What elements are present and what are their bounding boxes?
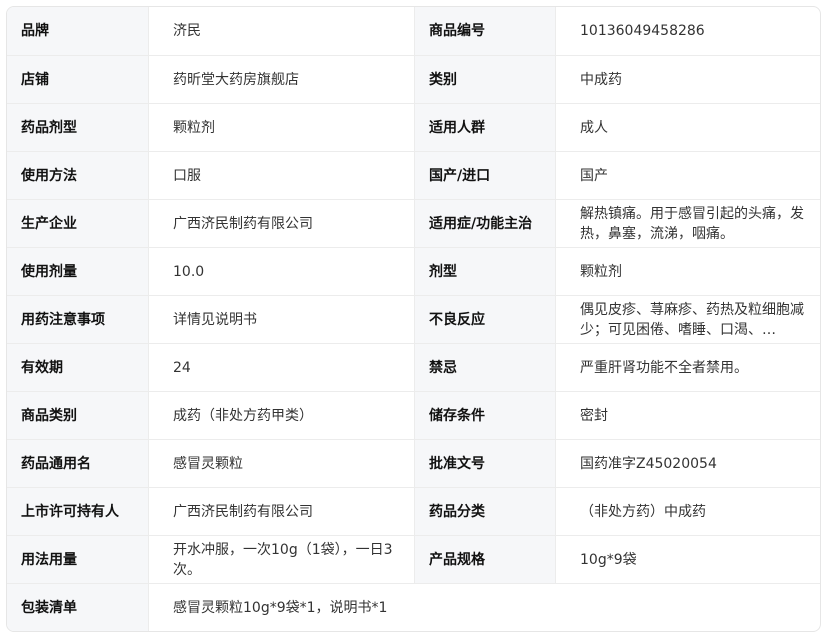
spec-key: 药品分类 bbox=[414, 488, 555, 535]
spec-row: 商品类别 成药（非处方药甲类） 储存条件 密封 bbox=[7, 391, 820, 439]
spec-value: （非处方药）中成药 bbox=[555, 488, 820, 535]
spec-row: 药品剂型 颗粒剂 适用人群 成人 bbox=[7, 103, 820, 151]
spec-key: 国产/进口 bbox=[414, 152, 555, 199]
spec-key: 适用人群 bbox=[414, 104, 555, 151]
spec-value-multiline: 偶见皮疹、荨麻疹、药热及粒细胞减少；可见困倦、嗜睡、口渴、… bbox=[555, 296, 820, 343]
spec-key: 类别 bbox=[414, 56, 555, 103]
spec-value: 成药（非处方药甲类） bbox=[148, 392, 414, 439]
spec-value: 口服 bbox=[148, 152, 414, 199]
spec-value: 国产 bbox=[555, 152, 820, 199]
spec-row: 店铺 药昕堂大药房旗舰店 类别 中成药 bbox=[7, 55, 820, 103]
spec-key: 品牌 bbox=[7, 7, 148, 55]
spec-value: 24 bbox=[148, 344, 414, 391]
spec-row: 药品通用名 感冒灵颗粒 批准文号 国药准字Z45020054 bbox=[7, 439, 820, 487]
spec-row: 用法用量 开水冲服，一次10g（1袋），一日3次。 产品规格 10g*9袋 bbox=[7, 535, 820, 583]
spec-value: 感冒灵颗粒 bbox=[148, 440, 414, 487]
spec-key: 剂型 bbox=[414, 248, 555, 295]
spec-key: 有效期 bbox=[7, 344, 148, 391]
spec-key: 商品类别 bbox=[7, 392, 148, 439]
spec-value: 国药准字Z45020054 bbox=[555, 440, 820, 487]
spec-key: 储存条件 bbox=[414, 392, 555, 439]
spec-row: 使用方法 口服 国产/进口 国产 bbox=[7, 151, 820, 199]
spec-value: 成人 bbox=[555, 104, 820, 151]
spec-value: 颗粒剂 bbox=[555, 248, 820, 295]
spec-value: 药昕堂大药房旗舰店 bbox=[148, 56, 414, 103]
spec-value: 严重肝肾功能不全者禁用。 bbox=[555, 344, 820, 391]
spec-key: 使用剂量 bbox=[7, 248, 148, 295]
spec-value: 10.0 bbox=[148, 248, 414, 295]
spec-key: 产品规格 bbox=[414, 536, 555, 583]
spec-value: 济民 bbox=[148, 7, 414, 55]
spec-key: 用法用量 bbox=[7, 536, 148, 583]
spec-value: 广西济民制药有限公司 bbox=[148, 488, 414, 535]
product-spec-table: 品牌 济民 商品编号 10136049458286 店铺 药昕堂大药房旗舰店 类… bbox=[6, 6, 821, 632]
spec-key: 生产企业 bbox=[7, 200, 148, 247]
package-list-value: 感冒灵颗粒10g*9袋*1，说明书*1 bbox=[148, 584, 820, 631]
spec-key: 批准文号 bbox=[414, 440, 555, 487]
spec-key: 使用方法 bbox=[7, 152, 148, 199]
adverse-reactions-text: 偶见皮疹、荨麻疹、药热及粒细胞减少；可见困倦、嗜睡、口渴、… bbox=[580, 301, 804, 338]
spec-key: 适用症/功能主治 bbox=[414, 200, 555, 247]
spec-key: 不良反应 bbox=[414, 296, 555, 343]
spec-value: 密封 bbox=[555, 392, 820, 439]
indications-text: 解热镇痛。用于感冒引起的头痛，发热，鼻塞，流涕，咽痛。 bbox=[580, 205, 804, 242]
spec-row: 生产企业 广西济民制药有限公司 适用症/功能主治 解热镇痛。用于感冒引起的头痛，… bbox=[7, 199, 820, 247]
spec-key: 包装清单 bbox=[7, 584, 148, 631]
spec-value: 广西济民制药有限公司 bbox=[148, 200, 414, 247]
spec-value: 10g*9袋 bbox=[555, 536, 820, 583]
spec-value: 中成药 bbox=[555, 56, 820, 103]
spec-row: 有效期 24 禁忌 严重肝肾功能不全者禁用。 bbox=[7, 343, 820, 391]
spec-key: 用药注意事项 bbox=[7, 296, 148, 343]
spec-value: 颗粒剂 bbox=[148, 104, 414, 151]
usage-dosage-text: 开水冲服，一次10g（1袋），一日3次。 bbox=[173, 541, 393, 578]
spec-key: 药品通用名 bbox=[7, 440, 148, 487]
spec-value-multiline: 开水冲服，一次10g（1袋），一日3次。 bbox=[148, 536, 414, 583]
spec-key: 上市许可持有人 bbox=[7, 488, 148, 535]
spec-key: 药品剂型 bbox=[7, 104, 148, 151]
spec-key: 商品编号 bbox=[414, 7, 555, 55]
spec-row-package: 包装清单 感冒灵颗粒10g*9袋*1，说明书*1 bbox=[7, 583, 820, 631]
spec-row: 品牌 济民 商品编号 10136049458286 bbox=[7, 7, 820, 55]
spec-row: 上市许可持有人 广西济民制药有限公司 药品分类 （非处方药）中成药 bbox=[7, 487, 820, 535]
spec-value-multiline: 解热镇痛。用于感冒引起的头痛，发热，鼻塞，流涕，咽痛。 bbox=[555, 200, 820, 247]
spec-key: 店铺 bbox=[7, 56, 148, 103]
spec-value: 详情见说明书 bbox=[148, 296, 414, 343]
spec-row: 使用剂量 10.0 剂型 颗粒剂 bbox=[7, 247, 820, 295]
spec-key: 禁忌 bbox=[414, 344, 555, 391]
spec-value: 10136049458286 bbox=[555, 7, 820, 55]
spec-row: 用药注意事项 详情见说明书 不良反应 偶见皮疹、荨麻疹、药热及粒细胞减少；可见困… bbox=[7, 295, 820, 343]
